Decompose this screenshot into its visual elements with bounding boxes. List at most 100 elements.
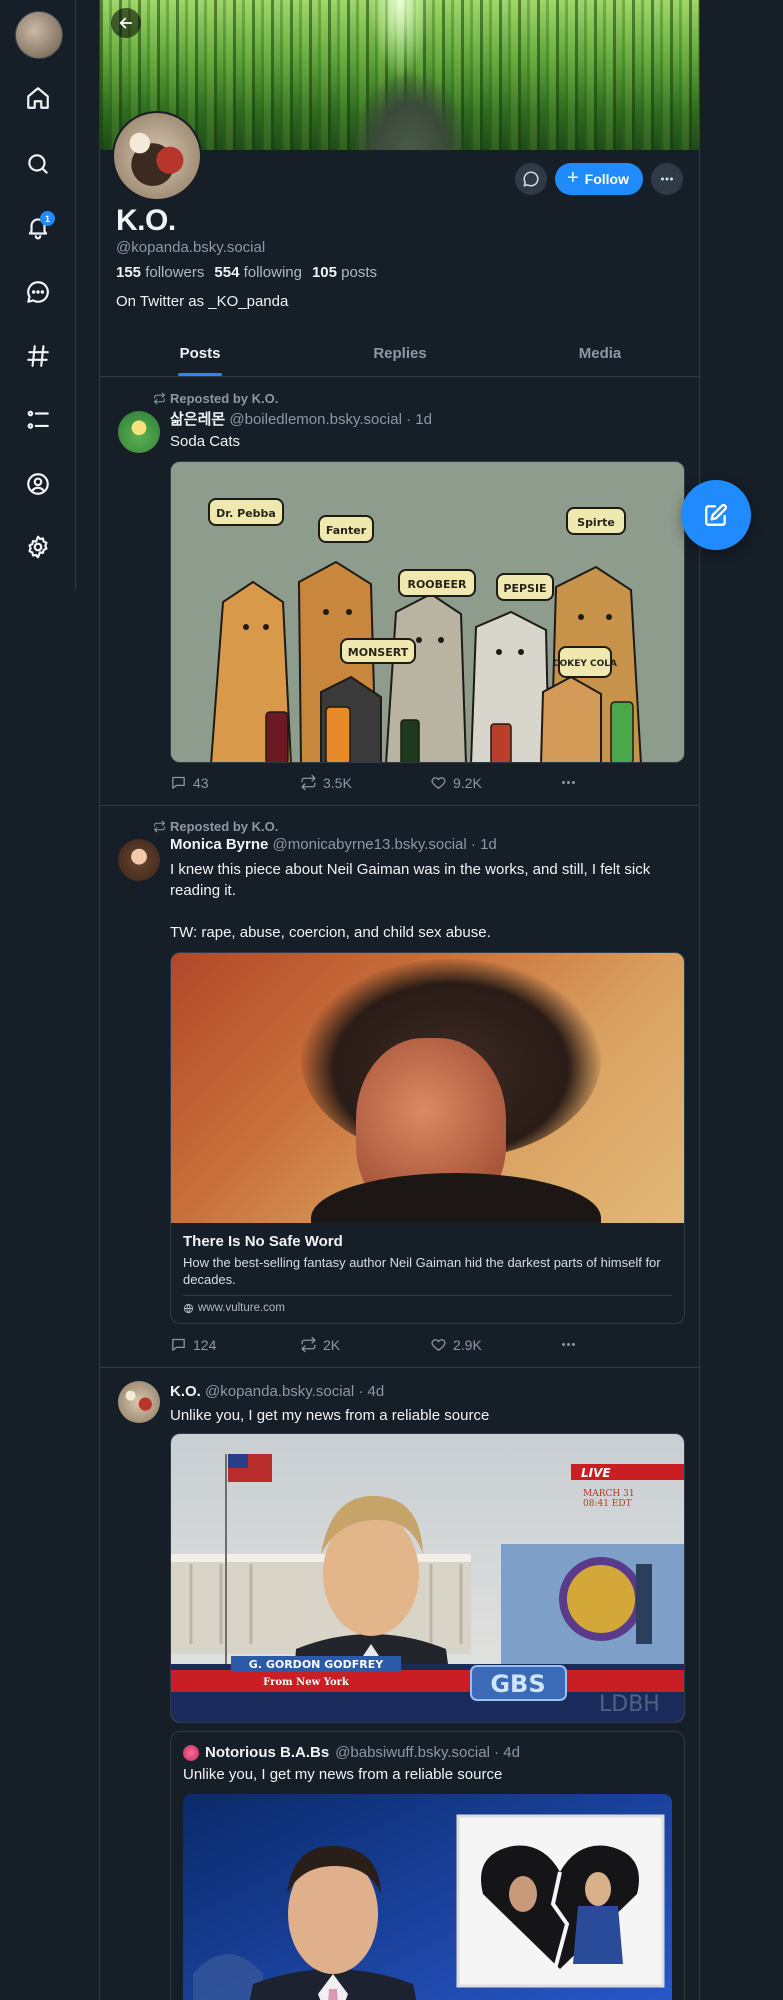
broadcast-time: 08:41 EDT	[583, 1499, 632, 1509]
post-header: 삶은레몬 @boiledlemon.bsky.social · 1d	[170, 408, 432, 429]
like-button[interactable]: 2.9K	[430, 1336, 560, 1353]
tab-posts[interactable]: Posts	[100, 330, 300, 376]
quote-header: Notorious B.A.Bs @babsiwuff.bsky.social …	[183, 1744, 520, 1761]
post-author-avatar[interactable]	[118, 839, 160, 881]
compose-post-button[interactable]	[681, 480, 751, 550]
post-author-meta[interactable]: @kopanda.bsky.social · 4d	[205, 1383, 384, 1400]
profile-icon[interactable]	[20, 466, 56, 502]
post-actions: 124 2K 2.9K	[170, 1336, 590, 1353]
soda-cats-illustration: Dr. Pebba Fanter ROOBEER PEPSIE Spirte M…	[171, 462, 684, 762]
reply-icon	[172, 776, 185, 789]
ellipsis-icon	[562, 1343, 575, 1346]
quote-author-avatar[interactable]	[183, 1744, 199, 1761]
post-author-meta[interactable]: @boiledlemon.bsky.social · 1d	[229, 411, 432, 428]
heart-icon	[431, 777, 446, 789]
quote-image[interactable]	[183, 1794, 672, 2000]
post-author-name[interactable]: K.O.	[170, 1383, 201, 1400]
reply-button[interactable]: 43	[170, 774, 300, 791]
post-image[interactable]: Dr. Pebba Fanter ROOBEER PEPSIE Spirte M…	[170, 461, 685, 763]
more-options-button[interactable]	[651, 163, 683, 195]
post-header: Monica Byrne @monicabyrne13.bsky.social …	[170, 836, 497, 853]
followers-link[interactable]: 155 followers	[116, 264, 204, 281]
follow-label: Follow	[584, 171, 629, 187]
post-actions: 43 3.5K 9.2K	[170, 774, 590, 791]
feed-post[interactable]: K.O. @kopanda.bsky.social · 4d Unlike yo…	[100, 1368, 699, 2000]
profile-actions: + Follow	[514, 163, 683, 195]
banner-light	[370, 0, 430, 80]
profile-tabs: Posts Replies Media	[100, 330, 699, 377]
profile-avatar[interactable]	[112, 111, 202, 201]
repost-icon	[301, 1336, 316, 1353]
post-text: Unlike you, I get my news from a reliabl…	[170, 1407, 490, 1424]
link-card-image	[171, 953, 684, 1223]
my-avatar[interactable]	[15, 11, 63, 59]
link-card[interactable]: There Is No Safe Word How the best-selli…	[170, 952, 685, 1324]
post-more-button[interactable]	[560, 1336, 577, 1353]
caption-fanter: Fanter	[326, 524, 367, 537]
profile-column: + Follow K.O. @kopanda.bsky.social 155 f…	[99, 0, 700, 2000]
news-anchor-image	[183, 1794, 672, 2000]
reply-button[interactable]: 124	[170, 1336, 300, 1353]
feed-post[interactable]: Reposted by K.O. Monica Byrne @monicabyr…	[100, 806, 699, 1368]
post-image[interactable]: LIVE MARCH 31 08:41 EDT G. GORDON GODFRE…	[170, 1433, 685, 1723]
repost-icon	[154, 392, 165, 405]
heart-icon	[431, 1339, 446, 1351]
repost-button[interactable]: 3.5K	[300, 774, 430, 791]
post-text: I knew this piece about Neil Gaiman was …	[170, 861, 651, 941]
tab-replies[interactable]: Replies	[300, 330, 500, 376]
ellipsis-icon	[661, 177, 673, 181]
settings-icon[interactable]	[20, 529, 56, 565]
link-domain: www.vulture.com	[183, 1302, 672, 1314]
quote-author-name[interactable]: Notorious B.A.Bs	[205, 1744, 329, 1761]
profile-stats: 155 followers 554 following 105 posts	[116, 264, 377, 281]
caption-pepsie: PEPSIE	[503, 582, 546, 595]
quoted-post[interactable]: Notorious B.A.Bs @babsiwuff.bsky.social …	[170, 1731, 685, 2000]
caption-dr-pebba: Dr. Pebba	[216, 507, 276, 520]
post-author-avatar[interactable]	[118, 411, 160, 453]
profile-handle: @kopanda.bsky.social	[116, 239, 266, 256]
hashtag-icon[interactable]	[20, 338, 56, 374]
message-button[interactable]	[514, 163, 547, 195]
chat-icon[interactable]	[20, 274, 56, 310]
post-more-button[interactable]	[560, 774, 577, 791]
live-label: LIVE	[581, 1466, 611, 1480]
back-button[interactable]	[111, 8, 141, 38]
follow-button[interactable]: + Follow	[554, 163, 643, 195]
repost-icon	[301, 774, 316, 791]
ellipsis-icon	[562, 781, 575, 784]
arrow-left-icon	[119, 17, 133, 29]
like-button[interactable]: 9.2K	[430, 774, 560, 791]
plus-icon: +	[566, 167, 579, 189]
globe-icon	[183, 1303, 194, 1313]
post-author-name[interactable]: 삶은레몬	[170, 411, 225, 428]
home-icon[interactable]	[20, 80, 56, 116]
search-icon[interactable]	[20, 146, 56, 182]
portrait-shoulders	[311, 1173, 601, 1223]
chat-icon	[523, 171, 539, 187]
news-broadcast-image: LIVE MARCH 31 08:41 EDT G. GORDON GODFRE…	[171, 1434, 684, 1722]
tab-media[interactable]: Media	[500, 330, 699, 376]
reply-icon	[172, 1338, 185, 1351]
list-icon[interactable]	[20, 402, 56, 438]
post-author-avatar[interactable]	[118, 1381, 160, 1423]
caption-monsert: MONSERT	[348, 646, 409, 659]
display-name: K.O.	[116, 204, 176, 237]
post-text: Soda Cats	[170, 433, 241, 450]
quote-author-meta[interactable]: @babsiwuff.bsky.social · 4d	[335, 1744, 520, 1761]
caption-cokey-cola: COKEY COLA	[553, 659, 617, 669]
notification-badge: 1	[40, 211, 55, 226]
repost-indicator: Reposted by K.O.	[153, 391, 278, 406]
link-divider	[183, 1295, 672, 1296]
post-author-name[interactable]: Monica Byrne	[170, 836, 268, 853]
location-banner: From New York	[263, 1677, 350, 1688]
post-author-meta[interactable]: @monicabyrne13.bsky.social · 1d	[273, 836, 497, 853]
link-description: How the best-selling fantasy author Neil…	[183, 1255, 661, 1287]
link-title: There Is No Safe Word	[183, 1233, 343, 1250]
feed-post[interactable]: Reposted by K.O. 삶은레몬 @boiledlemon.bsky.…	[100, 378, 699, 806]
compose-icon	[705, 504, 727, 526]
repost-button[interactable]: 2K	[300, 1336, 430, 1353]
caption-spirte: Spirte	[577, 516, 615, 529]
bell-icon[interactable]: 1	[20, 209, 56, 245]
profile-bio: On Twitter as _KO_panda	[116, 293, 289, 310]
following-link[interactable]: 554 following	[214, 264, 302, 281]
